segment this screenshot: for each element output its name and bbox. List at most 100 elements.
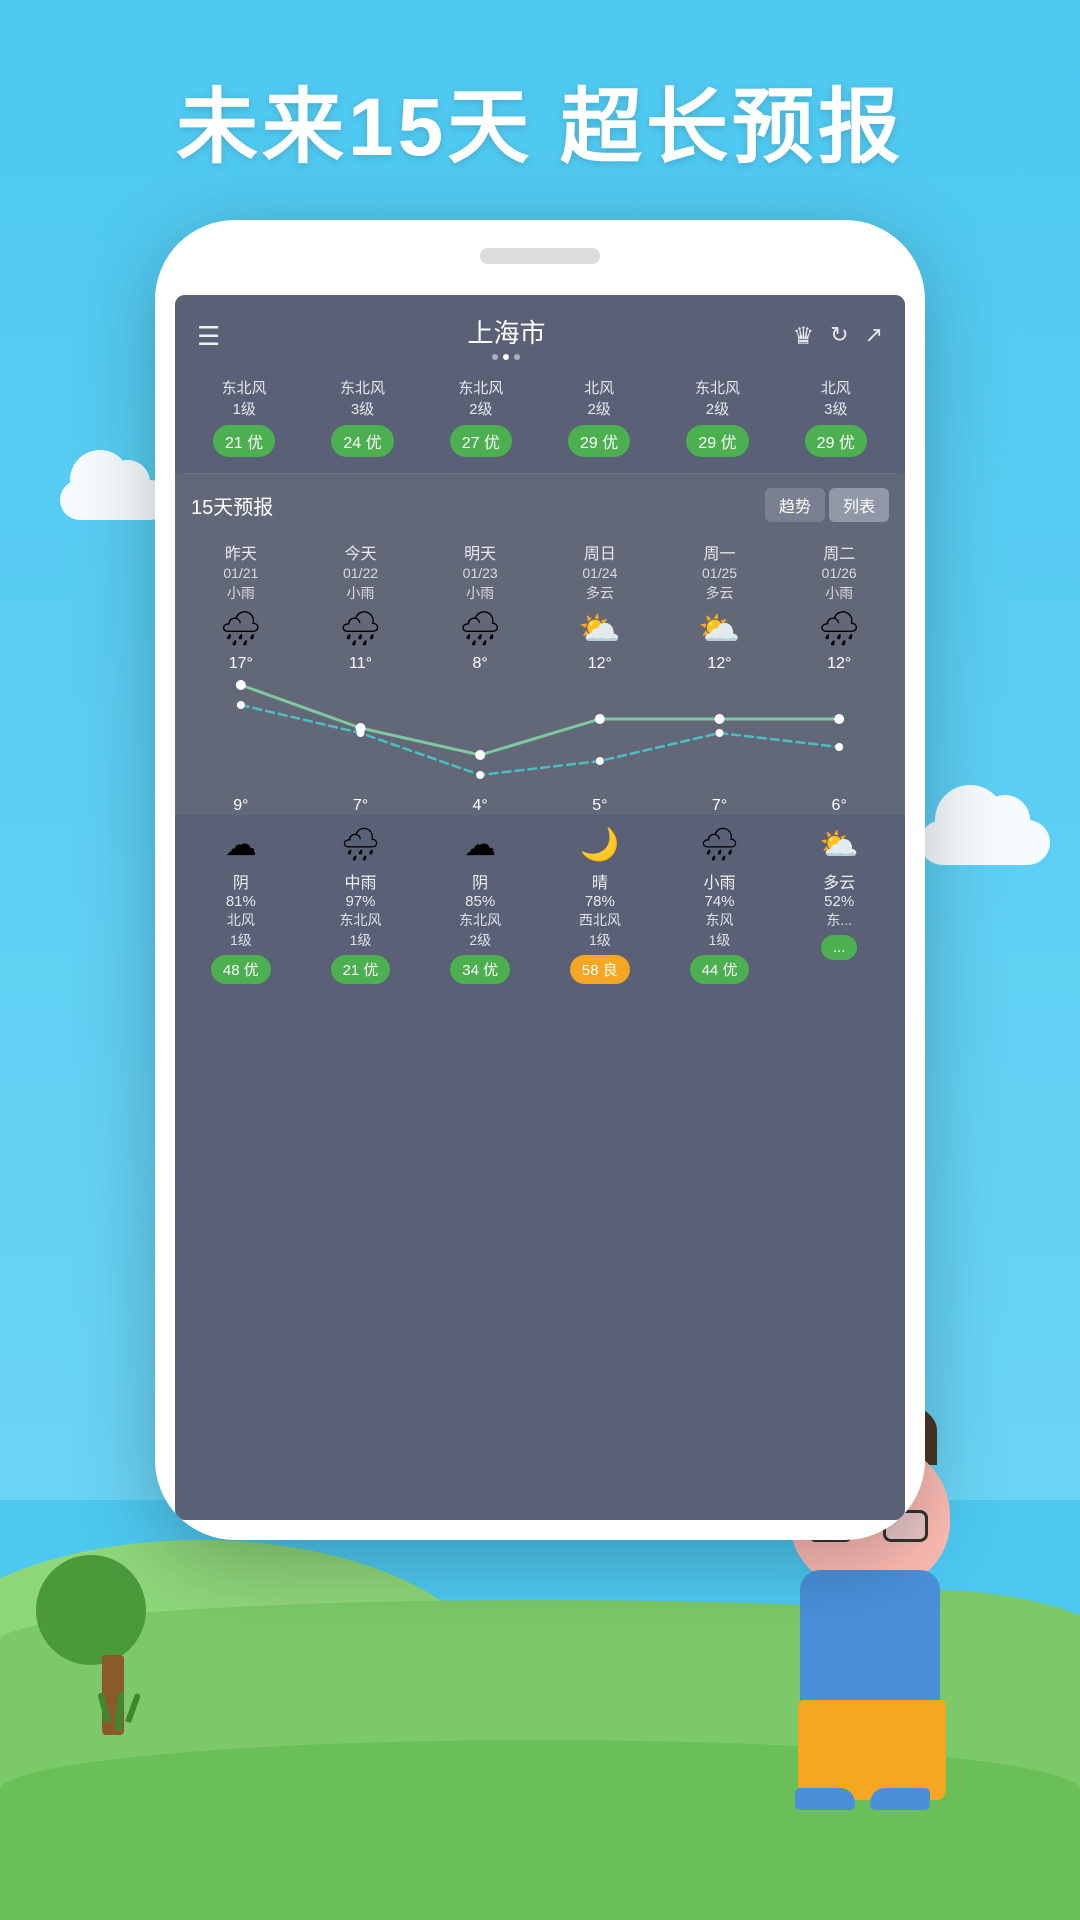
weather-icons-row: 🌧 🌧 🌧 ⛅ ⛅ 🌧 (175, 603, 905, 655)
badge-2: 34 优 (450, 955, 510, 984)
badge-5: ... (821, 935, 858, 960)
day-name-2: 明天 (420, 540, 540, 564)
day-name-3: 周日 (540, 540, 660, 564)
bottom-detail-0: 阴 81% 北风1级 48 优 (181, 869, 301, 984)
aq-badge-4: 29 优 (686, 425, 748, 457)
day-name-0: 昨天 (181, 540, 301, 564)
cloud-right (920, 820, 1050, 865)
day-weather-4: 多云 (660, 583, 780, 603)
humidity-5: 52% (779, 893, 899, 910)
day-col-5: 周二 01/26 小雨 (779, 540, 899, 603)
char-shoes-left (795, 1788, 855, 1810)
day-weather-0: 小雨 (181, 583, 301, 603)
low-temp-3: 5° (540, 797, 660, 815)
aq-badge-3: 29 优 (568, 425, 630, 457)
low-temp-0: 9° (181, 797, 301, 815)
wind-1: 东北风1级 (301, 910, 421, 950)
day-date-3: 01/24 (540, 565, 660, 581)
bottom-icon-0: ☁ (181, 825, 301, 863)
bottom-details-section: ☁ 🌧 ☁ 🌙 🌧 ⛅ 阴 81% 北风1级 48 优 中雨 97% 东北风 (175, 815, 905, 992)
aq-item-4: 东北风2级 29 优 (658, 378, 776, 457)
aq-badge-0: 21 优 (213, 425, 275, 457)
day-weather-1: 小雨 (301, 583, 421, 603)
day-col-2: 明天 01/23 小雨 (420, 540, 540, 603)
high-temp-0: 17° (181, 655, 301, 673)
wind-0: 北风1级 (181, 910, 301, 950)
aq-item-2: 东北风2级 27 优 (422, 378, 540, 457)
bottom-icon-1: 🌧 (301, 825, 421, 863)
aq-badge-5: 29 优 (805, 425, 867, 457)
humidity-1: 97% (301, 893, 421, 910)
aq-wind-1: 东北风3级 (303, 378, 421, 420)
wind-2: 东北风2级 (420, 910, 540, 950)
aq-wind-0: 东北风1级 (185, 378, 303, 420)
aq-wind-2: 东北风2级 (422, 378, 540, 420)
tab-trend[interactable]: 趋势 (765, 488, 825, 522)
low-temp-4: 7° (660, 797, 780, 815)
bottom-icon-2: ☁ (420, 825, 540, 863)
tab-list[interactable]: 列表 (829, 488, 889, 522)
aq-badge-1: 24 优 (331, 425, 393, 457)
bottom-icon-5: ⛅ (779, 825, 899, 863)
bottom-detail-2: 阴 85% 东北风2级 34 优 (420, 869, 540, 984)
day-col-0: 昨天 01/21 小雨 (181, 540, 301, 603)
menu-icon[interactable]: ☰ (197, 321, 220, 352)
condition-4: 小雨 (660, 869, 780, 893)
bottom-detail-4: 小雨 74% 东风1级 44 优 (660, 869, 780, 984)
day-name-5: 周二 (779, 540, 899, 564)
aq-item-5: 北风3级 29 优 (777, 378, 895, 457)
city-name[interactable]: 上海市 (467, 313, 545, 350)
temperature-chart: 17° 11° 8° 12° 12° 12° (181, 655, 899, 815)
day-date-0: 01/21 (181, 565, 301, 581)
main-title: 未来15天 超长预报 (0, 60, 1080, 179)
bottom-detail-5: 多云 52% 东... ... (779, 869, 899, 984)
header-right-icons: ♛ ↻ ↗ (793, 322, 883, 351)
low-temp-5: 6° (779, 797, 899, 815)
day-name-1: 今天 (301, 540, 421, 564)
aq-row: 东北风1级 21 优 东北风3级 24 优 东北风2级 27 优 北风2级 29… (185, 378, 895, 457)
weather-icon-3: ⛅ (540, 609, 660, 649)
days-header-row: 昨天 01/21 小雨 今天 01/22 小雨 明天 01/23 小雨 周日 0… (175, 532, 905, 603)
day-weather-5: 小雨 (779, 583, 899, 603)
condition-3: 晴 (540, 869, 660, 893)
high-temp-1: 11° (301, 655, 421, 673)
crown-icon[interactable]: ♛ (793, 322, 815, 351)
weather-icon-4: ⛅ (660, 609, 780, 649)
wind-5: 东... (779, 910, 899, 930)
day-date-5: 01/26 (779, 565, 899, 581)
grass-blade-2 (115, 1692, 124, 1730)
day-date-2: 01/23 (420, 565, 540, 581)
share-icon[interactable]: ↗ (865, 322, 883, 351)
humidity-2: 85% (420, 893, 540, 910)
day-date-4: 01/25 (660, 565, 780, 581)
char-shoes-right (870, 1788, 930, 1810)
badge-1: 21 优 (331, 955, 391, 984)
condition-0: 阴 (181, 869, 301, 893)
phone-speaker (480, 248, 600, 264)
day-col-1: 今天 01/22 小雨 (301, 540, 421, 603)
weather-icon-2: 🌧 (420, 609, 540, 649)
phone-frame: ☰ 上海市 ♛ ↻ ↗ 东北风1级 21 优 (155, 220, 925, 1540)
badge-0: 48 优 (211, 955, 271, 984)
humidity-3: 78% (540, 893, 660, 910)
weather-icon-1: 🌧 (301, 609, 421, 649)
bottom-detail-3: 晴 78% 西北风1级 58 良 (540, 869, 660, 984)
day-name-4: 周一 (660, 540, 780, 564)
day-weather-2: 小雨 (420, 583, 540, 603)
condition-2: 阴 (420, 869, 540, 893)
app-header: ☰ 上海市 ♛ ↻ ↗ (175, 295, 905, 368)
refresh-icon[interactable]: ↻ (830, 322, 848, 351)
wind-3: 西北风1级 (540, 910, 660, 950)
humidity-0: 81% (181, 893, 301, 910)
bottom-icons-row: ☁ 🌧 ☁ 🌙 🌧 ⛅ (181, 825, 899, 863)
condition-1: 中雨 (301, 869, 421, 893)
phone-screen: ☰ 上海市 ♛ ↻ ↗ 东北风1级 21 优 (175, 295, 905, 1520)
aq-item-1: 东北风3级 24 优 (303, 378, 421, 457)
aq-badge-2: 27 优 (450, 425, 512, 457)
dot-1 (492, 354, 498, 360)
high-temp-2: 8° (420, 655, 540, 673)
high-temp-4: 12° (660, 655, 780, 673)
wind-4: 东风1级 (660, 910, 780, 950)
badge-3: 58 良 (570, 955, 630, 984)
day-col-3: 周日 01/24 多云 (540, 540, 660, 603)
